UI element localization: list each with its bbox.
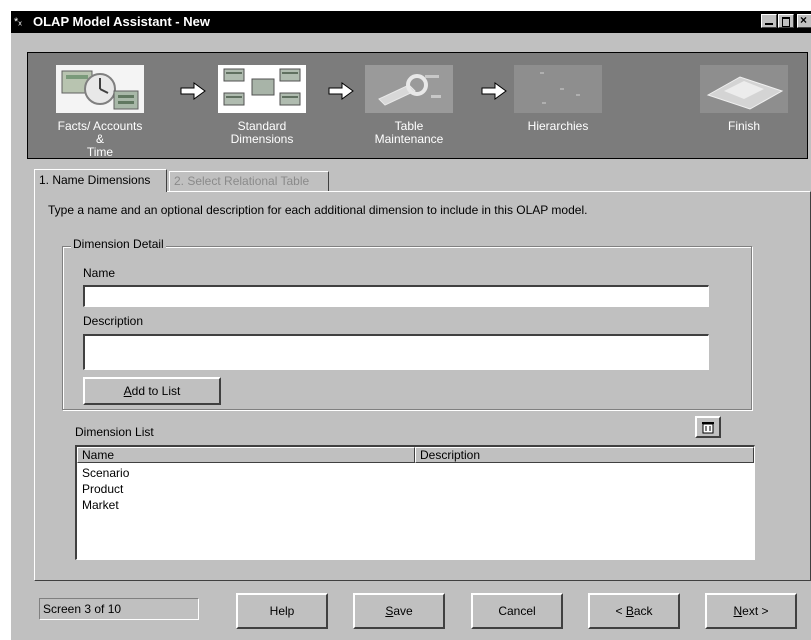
button-label: Help bbox=[269, 604, 295, 618]
wizard-step-table-maintenance: Table Maintenance bbox=[361, 65, 457, 146]
mnemonic-underline: B bbox=[625, 604, 634, 618]
wizard-step-finish: Finish bbox=[696, 65, 792, 133]
description-field[interactable] bbox=[83, 334, 709, 370]
help-button[interactable]: Help bbox=[236, 593, 328, 629]
arrow-right-icon bbox=[481, 82, 507, 100]
dimension-list-label: Dimension List bbox=[75, 425, 154, 439]
button-label: dd to List bbox=[131, 384, 181, 398]
maximize-icon bbox=[782, 17, 790, 27]
button-label: ext > bbox=[742, 604, 769, 618]
olap-assistant-icon: *ₓ bbox=[14, 16, 22, 28]
minimize-icon bbox=[765, 23, 773, 25]
table-maintenance-wrench-icon bbox=[365, 65, 453, 113]
column-header-name[interactable]: Name bbox=[77, 447, 415, 463]
save-button[interactable]: Save bbox=[353, 593, 445, 629]
back-button[interactable]: < Back bbox=[588, 593, 680, 629]
wizard-step-label: Finish bbox=[727, 119, 760, 133]
wizard-step-label: Dimensions bbox=[230, 132, 294, 146]
column-header-description[interactable]: Description bbox=[415, 447, 754, 463]
maximize-button[interactable] bbox=[778, 14, 794, 28]
description-label: Description bbox=[83, 314, 144, 328]
finish-icon bbox=[700, 65, 788, 113]
list-item[interactable]: Scenario bbox=[82, 465, 129, 481]
arrow-right-icon bbox=[180, 82, 206, 100]
next-button[interactable]: Next > bbox=[705, 593, 797, 629]
remove-item-icon bbox=[702, 422, 714, 434]
name-label: Name bbox=[83, 266, 116, 280]
name-dimensions-panel: Type a name and an optional description … bbox=[34, 191, 811, 581]
tab-name-dimensions[interactable]: 1. Name Dimensions bbox=[34, 169, 167, 192]
wizard-step-standard-dimensions: Standard Dimensions bbox=[214, 65, 310, 146]
mnemonic-underline: A bbox=[123, 384, 132, 398]
cancel-button[interactable]: Cancel bbox=[471, 593, 563, 629]
close-button[interactable]: × bbox=[797, 13, 811, 28]
name-field[interactable] bbox=[83, 285, 709, 307]
button-label: ave bbox=[393, 604, 413, 618]
tab-select-relational-table[interactable]: 2. Select Relational Table bbox=[169, 171, 329, 191]
standard-dimensions-icon bbox=[218, 65, 306, 113]
mnemonic-underline: N bbox=[733, 604, 743, 618]
wizard-step-label: Time bbox=[86, 145, 114, 159]
wizard-step-hierarchies: Hierarchies bbox=[510, 65, 606, 133]
wizard-step-facts-accounts-time: Facts/ Accounts & Time bbox=[52, 65, 148, 159]
olap-model-assistant-window: *ₓ OLAP Model Assistant - New × Facts/ A… bbox=[10, 10, 811, 640]
dimension-list[interactable]: Name Description Scenario Product Market bbox=[75, 445, 755, 560]
title-bar[interactable]: *ₓ OLAP Model Assistant - New × bbox=[11, 11, 811, 33]
facts-time-clock-icon bbox=[56, 65, 144, 113]
add-to-list-button[interactable]: Add to List bbox=[83, 377, 221, 405]
hierarchies-icon bbox=[514, 65, 602, 113]
button-label-prefix: < bbox=[615, 604, 626, 618]
wizard-progress-banner: Facts/ Accounts & Time Standard Dimensio… bbox=[27, 52, 808, 159]
minimize-button[interactable] bbox=[761, 14, 777, 28]
wizard-step-label: Maintenance bbox=[374, 132, 444, 146]
list-item[interactable]: Product bbox=[82, 481, 123, 497]
instructions-text: Type a name and an optional description … bbox=[48, 203, 588, 217]
dimension-detail-label: Dimension Detail bbox=[71, 237, 166, 251]
wizard-step-label: Hierarchies bbox=[527, 119, 589, 133]
arrow-right-icon bbox=[328, 82, 354, 100]
button-label: Cancel bbox=[498, 604, 536, 618]
button-label: ack bbox=[633, 604, 653, 618]
close-icon: × bbox=[800, 13, 808, 27]
remove-item-button[interactable] bbox=[695, 416, 721, 438]
screen-counter: Screen 3 of 10 bbox=[39, 598, 199, 620]
list-item[interactable]: Market bbox=[82, 497, 119, 513]
window-title: OLAP Model Assistant - New bbox=[33, 14, 210, 29]
wizard-step-label: Facts/ Accounts & bbox=[57, 119, 143, 146]
